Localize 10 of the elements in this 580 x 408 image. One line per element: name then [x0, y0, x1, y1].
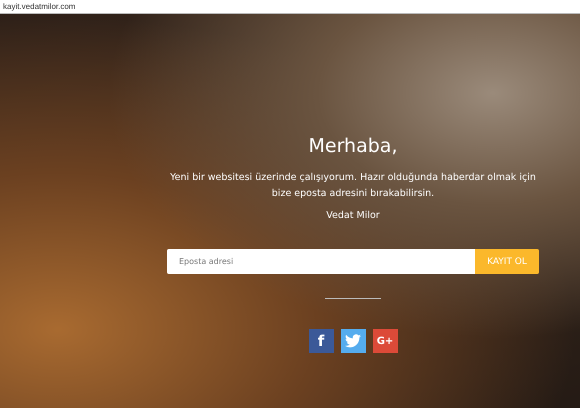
url-text: kayit.vedatmilor.com	[3, 2, 76, 11]
message-text: Yeni bir websitesi üzerinde çalışıyorum. Hazır olduğunda haberdar olmak için bize eposta adresini bırakabilirsin.	[169, 171, 537, 201]
heading: Merhaba,	[308, 134, 398, 158]
signature-text: Vedat Milor	[326, 210, 380, 221]
bird-icon	[345, 334, 361, 348]
twitter-button[interactable]	[340, 329, 366, 353]
email-input-field[interactable]: Eposta adresi	[167, 249, 475, 274]
facebook-button[interactable]: f	[308, 329, 334, 353]
google-plus-button[interactable]: G+	[372, 329, 398, 353]
address-bar[interactable]: kayit.vedatmilor.com	[0, 0, 580, 14]
